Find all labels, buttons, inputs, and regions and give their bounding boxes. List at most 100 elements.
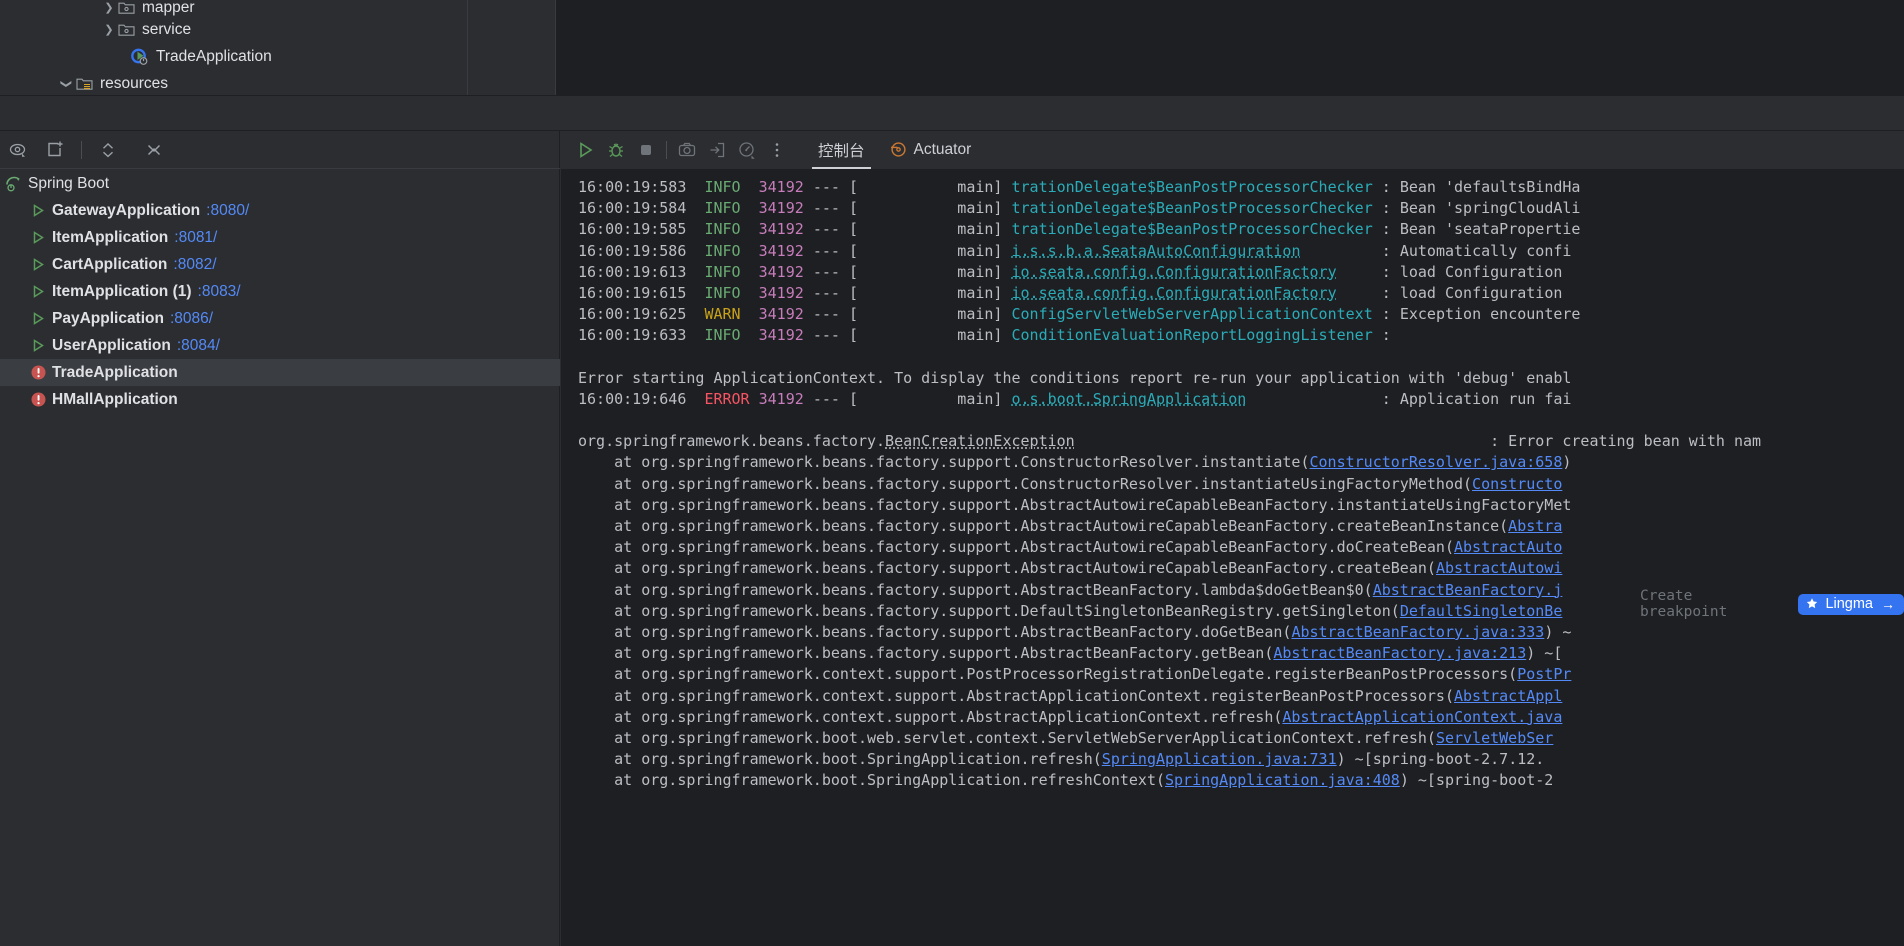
service-item-label: CartApplication [52,256,167,274]
service-item-userapplication[interactable]: UserApplication :8084/ [0,332,560,359]
log-stack-frame[interactable]: at org.springframework.beans.factory.sup… [578,558,1904,579]
log-line[interactable]: 16:00:19:615 INFO 34192 --- [ main] io.s… [578,283,1904,304]
console-toolbar: 控制台 Actuator [561,131,1904,169]
service-item-payapplication[interactable]: PayApplication :8086/ [0,305,560,332]
service-item-port[interactable]: :8086/ [170,310,213,328]
log-line[interactable]: 16:00:19:585 INFO 34192 --- [ main] trat… [578,219,1904,240]
stack-frame-link[interactable]: AbstractAuto [1454,538,1562,556]
log-logger[interactable]: trationDelegate$BeanPostProcessorChecker [1012,178,1373,196]
service-item-gatewayapplication[interactable]: GatewayApplication :8080/ [0,197,560,224]
tree-item-trade-application[interactable]: TradeApplication [130,43,272,70]
services-tool-window: Spring Boot GatewayApplication :8080/ It… [0,131,560,946]
add-service-icon[interactable] [40,135,70,165]
log-stack-frame[interactable]: at org.springframework.context.support.P… [578,664,1904,685]
log-plain-line[interactable]: Error starting ApplicationContext. To di… [578,368,1904,389]
service-item-port[interactable]: :8081/ [174,229,217,247]
log-stack-frame[interactable]: at org.springframework.beans.factory.sup… [578,495,1904,516]
more-options-icon[interactable] [762,135,792,165]
stop-icon[interactable] [631,135,661,165]
log-stack-frame[interactable]: at org.springframework.context.support.A… [578,686,1904,707]
stack-frame-link[interactable]: AbstractBeanFactory.j [1373,581,1563,599]
log-blank-line[interactable] [578,410,1904,431]
stack-frame-link[interactable]: Constructo [1472,475,1562,493]
gauge-icon[interactable] [732,135,762,165]
log-logger[interactable]: i.s.s.b.a.SeataAutoConfiguration [1012,242,1301,260]
stack-frame-link[interactable]: DefaultSingletonBe [1400,602,1563,620]
console-log-text[interactable]: 16:00:19:583 INFO 34192 --- [ main] trat… [578,177,1904,791]
log-line[interactable]: 16:00:19:584 INFO 34192 --- [ main] trat… [578,198,1904,219]
service-item-port[interactable]: :8082/ [173,256,216,274]
lingma-assistant-badge[interactable]: Lingma → [1798,594,1904,615]
service-item-itemapplication[interactable]: ItemApplication :8081/ [0,224,560,251]
log-stack-frame[interactable]: at org.springframework.boot.SpringApplic… [578,770,1904,791]
log-logger[interactable]: o.s.boot.SpringApplication [1012,390,1247,408]
log-logger[interactable]: io.seata.config.ConfigurationFactory [1012,263,1337,281]
log-line[interactable]: 16:00:19:625 WARN 34192 --- [ main] Conf… [578,304,1904,325]
show-services-icon[interactable] [4,135,34,165]
service-item-label: HMallApplication [52,391,178,409]
log-stack-frame[interactable]: at org.springframework.beans.factory.sup… [578,537,1904,558]
stack-frame-link[interactable]: SpringApplication.java:731 [1102,750,1337,768]
service-item-port[interactable]: :8084/ [177,337,220,355]
log-logger[interactable]: trationDelegate$BeanPostProcessorChecker [1012,220,1373,238]
chevron-right-icon[interactable]: ❯ [100,0,118,17]
log-logger[interactable]: ConditionEvaluationReportLoggingListener [1012,326,1373,344]
exception-class[interactable]: BeanCreationException [885,432,1075,450]
tree-item-resources[interactable]: ❯ resources [58,70,168,97]
project-tool-window[interactable]: ❯ mapper ❯ service TradeApplicat [0,0,468,95]
log-stack-frame[interactable]: at org.springframework.beans.factory.sup… [578,643,1904,664]
log-logger[interactable]: ConfigServletWebServerApplicationContext [1012,305,1373,323]
tab-console[interactable]: 控制台 [806,131,877,169]
log-logger[interactable]: trationDelegate$BeanPostProcessorChecker [1012,199,1373,217]
log-line[interactable]: 16:00:19:633 INFO 34192 --- [ main] Cond… [578,325,1904,346]
stack-frame-text: at org.springframework.beans.factory.sup… [578,453,1310,471]
log-stack-frame[interactable]: at org.springframework.context.support.A… [578,707,1904,728]
log-line[interactable]: 16:00:19:613 INFO 34192 --- [ main] io.s… [578,262,1904,283]
stack-frame-link[interactable]: Abstra [1508,517,1562,535]
log-line[interactable]: 16:00:19:646 ERROR 34192 --- [ main] o.s… [578,389,1904,410]
attach-icon[interactable] [702,135,732,165]
service-item-port[interactable]: :8080/ [206,202,249,220]
stack-frame-link[interactable]: PostPr [1517,665,1571,683]
debug-icon[interactable] [601,135,631,165]
stack-frame-link[interactable]: AbstractBeanFactory.java:213 [1273,644,1526,662]
tree-item-service[interactable]: ❯ service [100,16,191,43]
tab-actuator[interactable]: Actuator [877,131,984,169]
editor-area[interactable] [556,0,1904,95]
log-exception-header[interactable]: org.springframework.beans.factory.BeanCr… [578,431,1904,452]
stack-frame-link[interactable]: AbstractBeanFactory.java:333 [1291,623,1544,641]
chevron-down-icon[interactable]: ❯ [58,75,76,93]
services-list[interactable]: Spring Boot GatewayApplication :8080/ It… [0,170,560,946]
console-output-area[interactable]: 16:00:19:583 INFO 34192 --- [ main] trat… [561,169,1904,946]
log-logger[interactable]: io.seata.config.ConfigurationFactory [1012,284,1337,302]
service-item-tradeapplication[interactable]: TradeApplication [0,359,560,386]
expand-collapse-icon[interactable] [93,135,123,165]
stack-frame-link[interactable]: AbstractAppl [1454,687,1562,705]
service-item-cartapplication[interactable]: CartApplication :8082/ [0,251,560,278]
log-stack-frame[interactable]: at org.springframework.beans.factory.sup… [578,452,1904,473]
log-stack-frame[interactable]: at org.springframework.beans.factory.sup… [578,516,1904,537]
log-stack-frame[interactable]: at org.springframework.beans.factory.sup… [578,474,1904,495]
chevron-right-icon[interactable]: ❯ [100,21,118,39]
rerun-icon[interactable] [571,135,601,165]
log-stack-frame[interactable]: at org.springframework.beans.factory.sup… [578,622,1904,643]
close-all-icon[interactable] [139,135,169,165]
log-line[interactable]: 16:00:19:583 INFO 34192 --- [ main] trat… [578,177,1904,198]
service-item-port[interactable]: :8083/ [198,283,241,301]
stack-frame-link[interactable]: AbstractAutowi [1436,559,1562,577]
stack-frame-link[interactable]: SpringApplication.java:408 [1165,771,1400,789]
create-breakpoint-hint[interactable]: Create breakpoint [1636,588,1788,620]
stack-frame-link[interactable]: AbstractApplicationContext.java [1282,708,1562,726]
service-item-itemapplication-1[interactable]: ItemApplication (1) :8083/ [0,278,560,305]
package-folder-icon [118,22,135,38]
services-group-spring-boot[interactable]: Spring Boot [0,170,560,197]
log-stack-frame[interactable]: at org.springframework.boot.SpringApplic… [578,749,1904,770]
log-blank-line[interactable] [578,347,1904,368]
service-item-hmallapplication[interactable]: HMallApplication [0,386,560,413]
console-gutter[interactable] [561,169,578,946]
stack-frame-link[interactable]: ServletWebSer [1436,729,1553,747]
log-stack-frame[interactable]: at org.springframework.boot.web.servlet.… [578,728,1904,749]
camera-icon[interactable] [672,135,702,165]
stack-frame-link[interactable]: ConstructorResolver.java:658 [1310,453,1563,471]
log-line[interactable]: 16:00:19:586 INFO 34192 --- [ main] i.s.… [578,241,1904,262]
